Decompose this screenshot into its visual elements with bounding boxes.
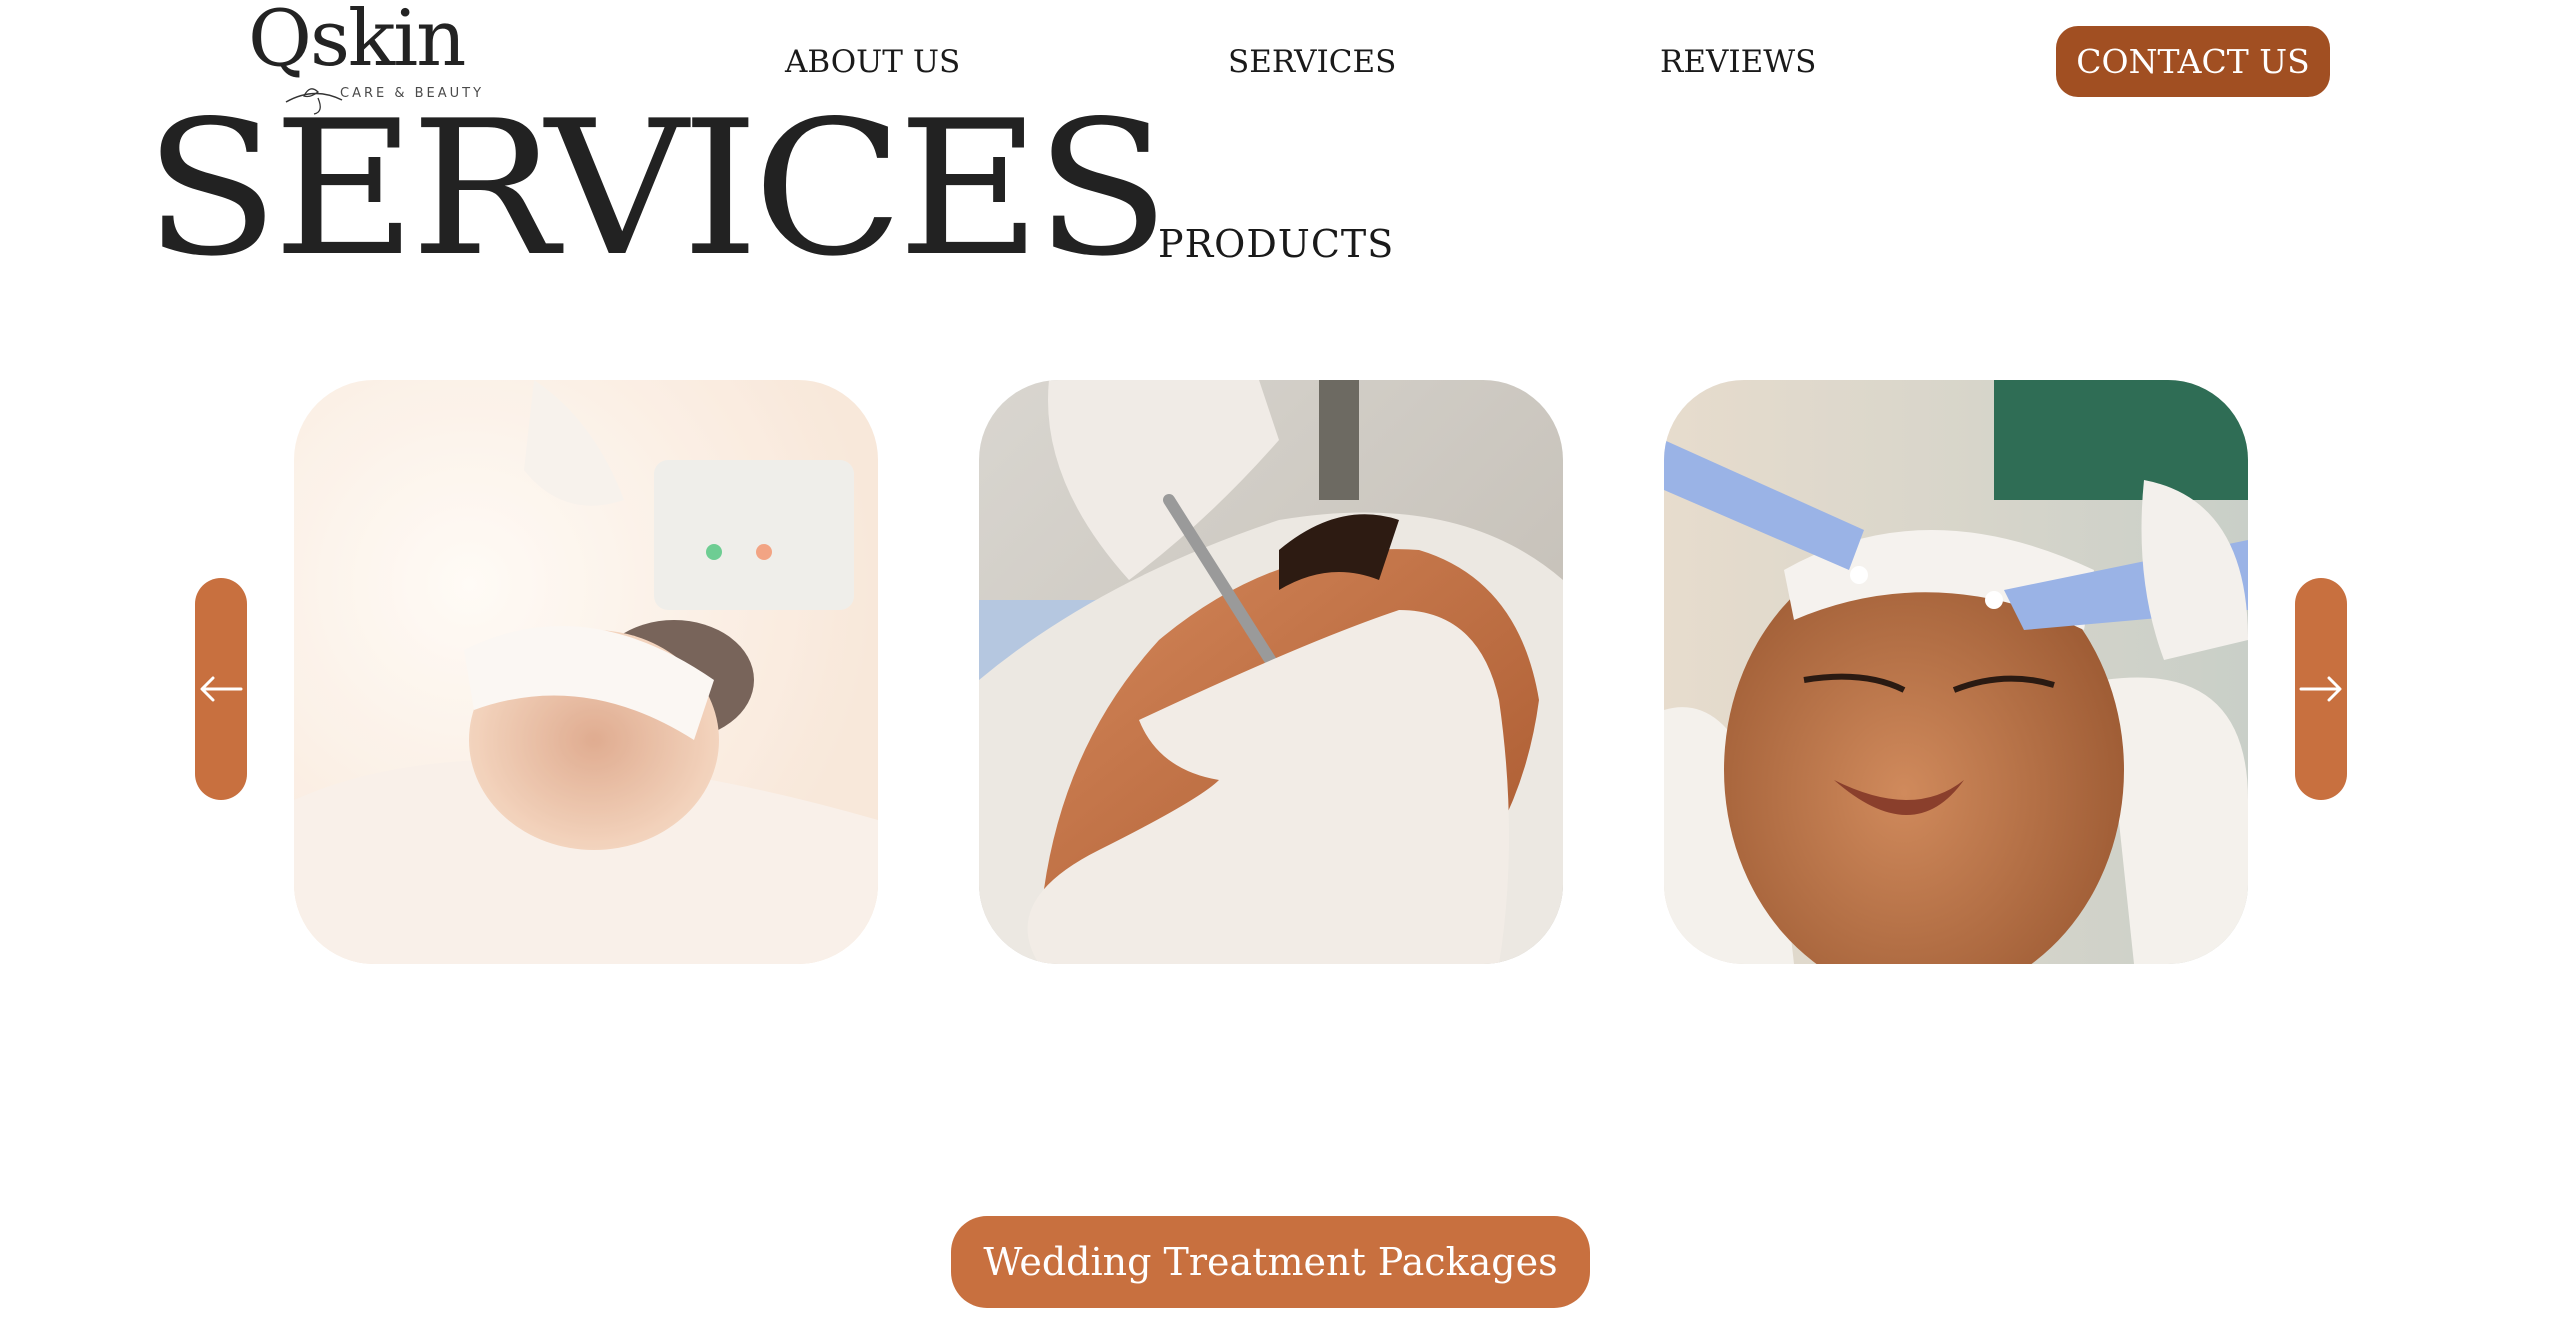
service-slide-microcurrent[interactable] (1664, 380, 2248, 964)
tab-products[interactable]: PRODUCTS (1158, 222, 1394, 266)
contact-us-button[interactable]: CONTACT US (2056, 26, 2330, 97)
page-title: SERVICES (144, 80, 1170, 297)
service-slide-dermaplaning[interactable] (979, 380, 1563, 964)
nav-reviews[interactable]: REVIEWS (1660, 44, 1816, 80)
carousel-prev-button[interactable] (195, 578, 247, 800)
microcurrent-facial-treatment-photo (1664, 380, 2248, 964)
dermaplaning-treatment-photo (979, 380, 1563, 964)
carousel-next-button[interactable] (2295, 578, 2347, 800)
nav-about-us[interactable]: ABOUT US (785, 44, 960, 80)
arrow-right-icon (2299, 676, 2342, 702)
wedding-treatment-packages-button[interactable]: Wedding Treatment Packages (951, 1216, 1590, 1308)
service-slide-steam-facial[interactable] (294, 380, 878, 964)
logo-wordmark: Qskin (248, 0, 466, 84)
facial-steam-treatment-photo (294, 380, 878, 964)
arrow-left-icon (200, 676, 243, 702)
nav-services[interactable]: SERVICES (1228, 44, 1396, 80)
